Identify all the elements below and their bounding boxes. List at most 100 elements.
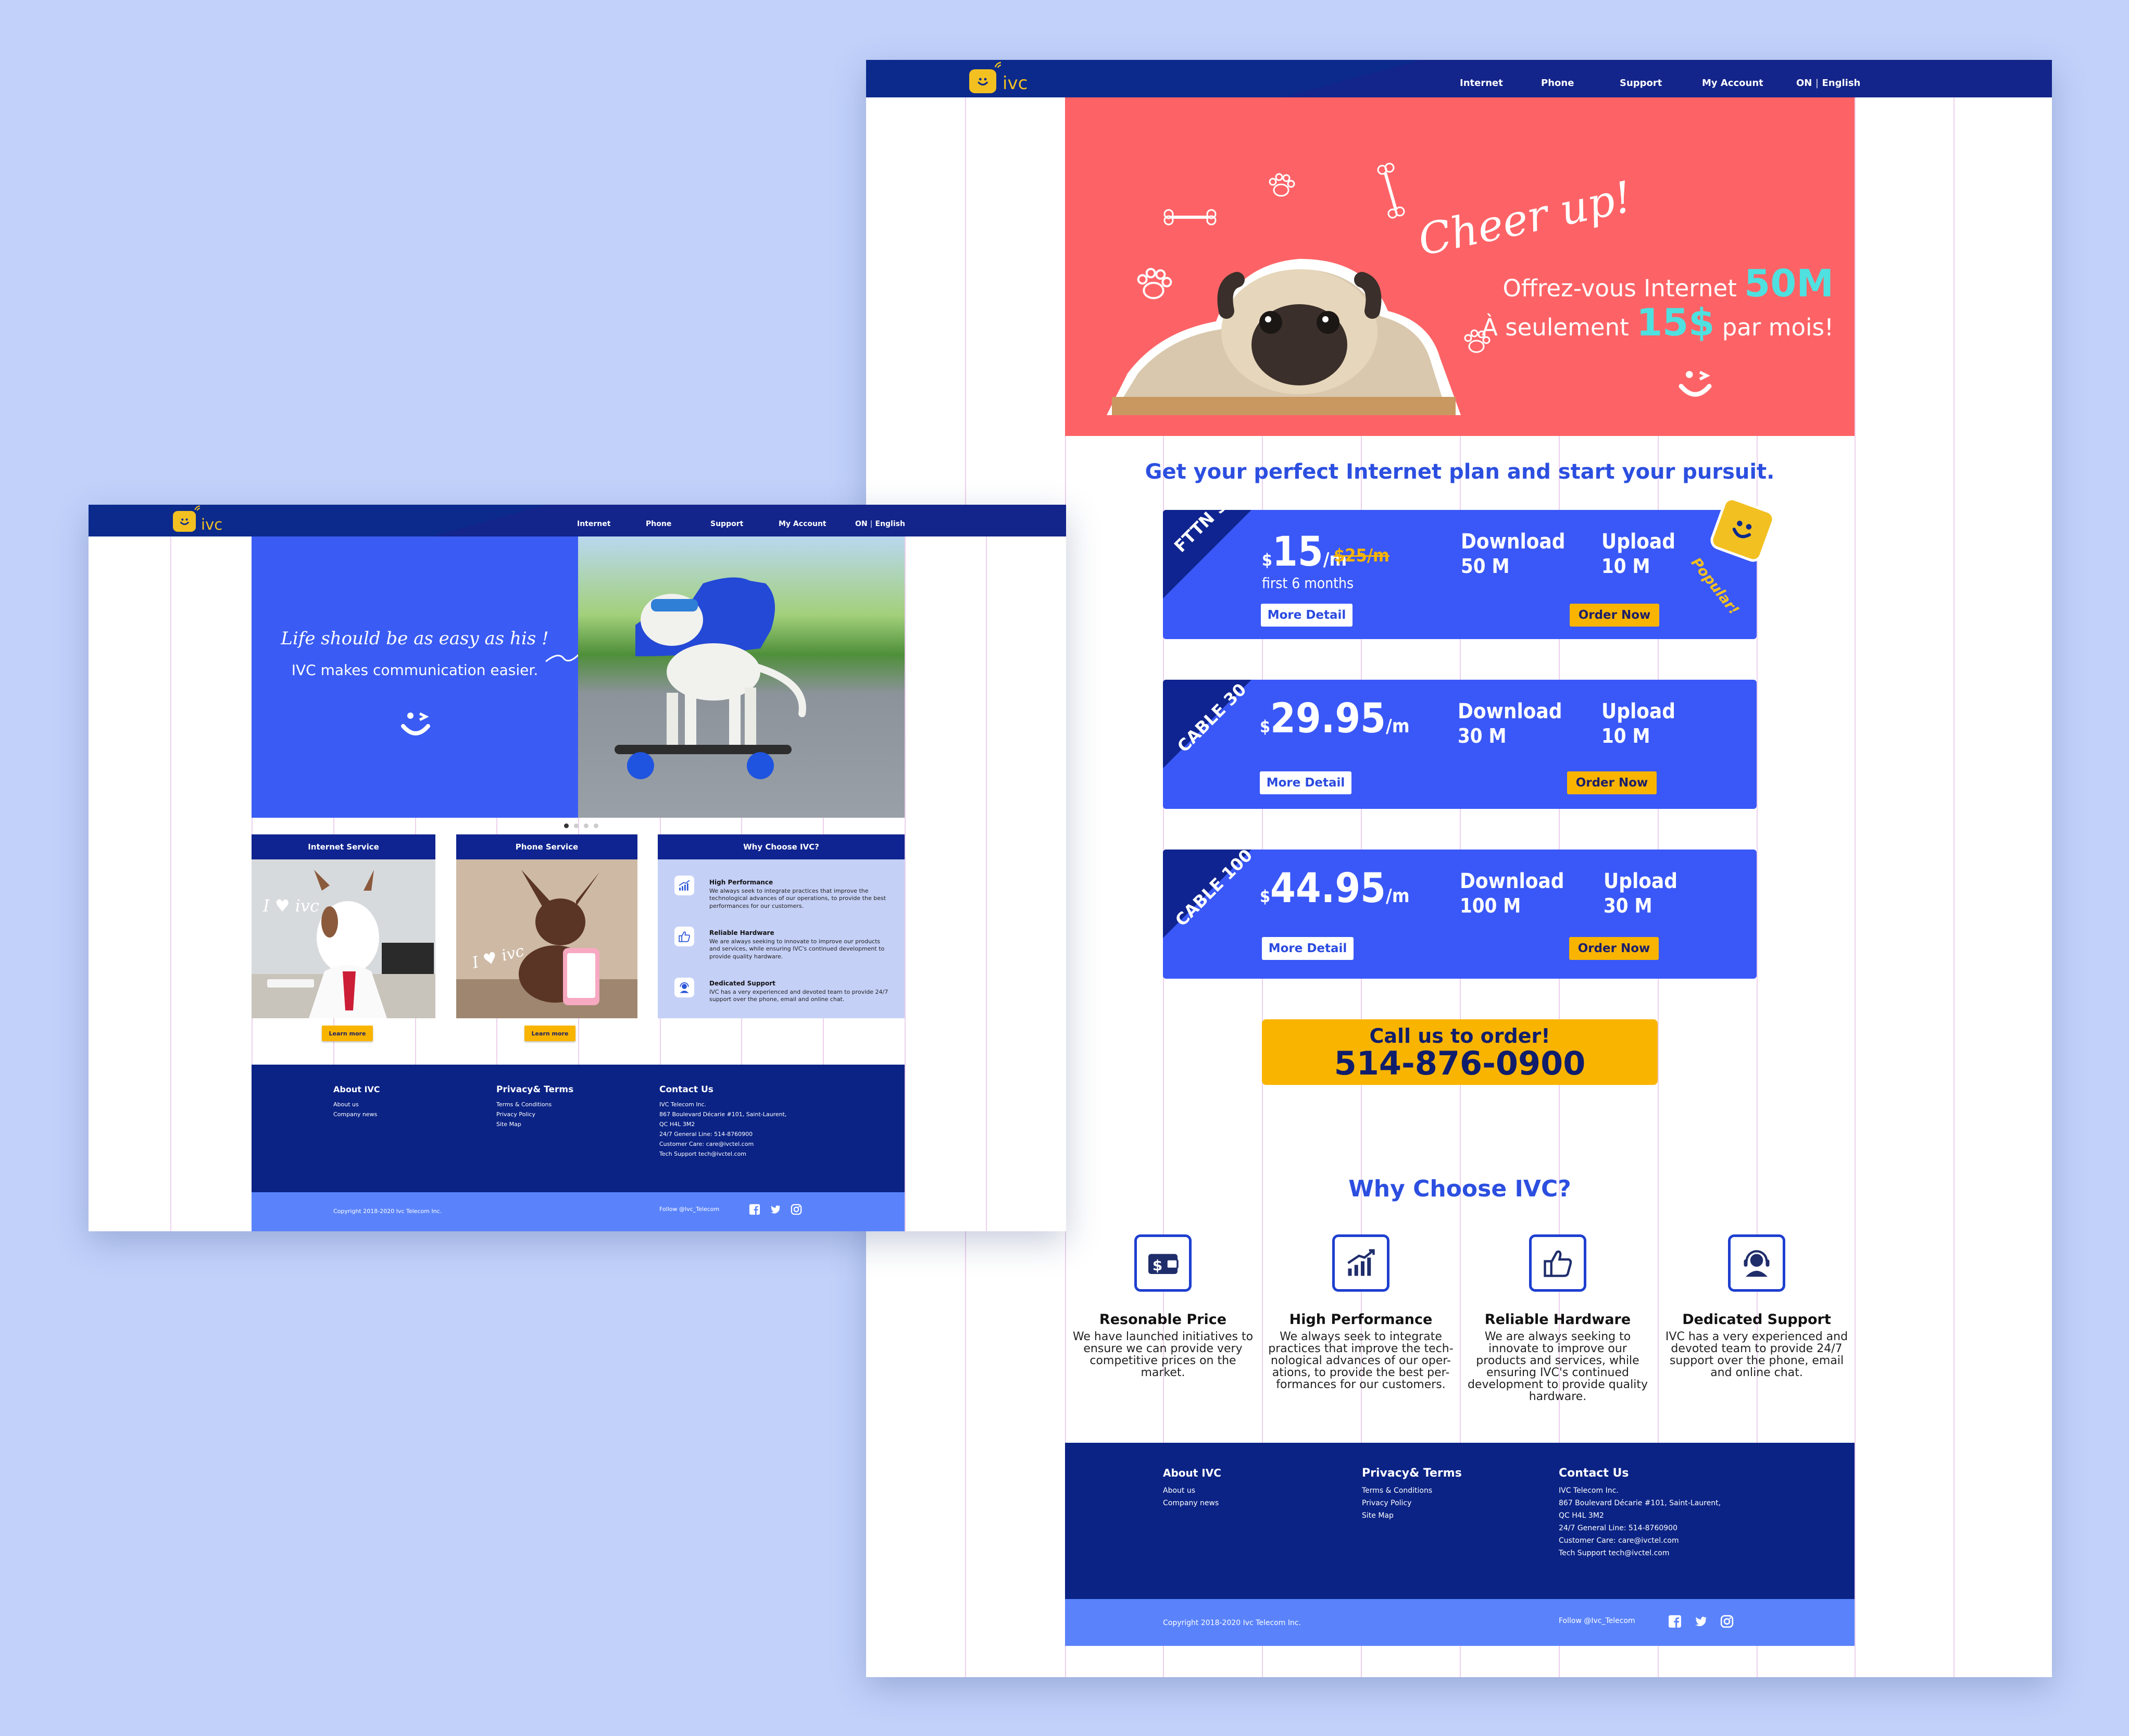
- more-detail-button[interactable]: More Detail: [1260, 771, 1351, 794]
- plan-download-label: Download: [1458, 700, 1562, 723]
- plan-price: $29.95/m: [1260, 695, 1410, 742]
- hero-line2-suffix: par mois!: [1722, 314, 1834, 341]
- language-switch[interactable]: ON | English: [855, 520, 905, 528]
- nav-my-account[interactable]: My Account: [779, 520, 826, 528]
- learn-more-internet-button[interactable]: Learn more: [322, 1026, 373, 1041]
- social-links: [1668, 1615, 1734, 1628]
- plan-upload-value: 10 M: [1601, 555, 1650, 578]
- plan-card-cable30: CABLE 30 $29.95/m Download 30 M Upload 1…: [1163, 680, 1757, 809]
- footer-link-privacy[interactable]: Privacy Policy: [496, 1111, 535, 1118]
- carousel-dot[interactable]: [564, 823, 569, 828]
- why-panel-title: Why Choose IVC?: [658, 834, 905, 859]
- home-hero-line1: Life should be as easy as his !: [281, 628, 549, 649]
- why-item-support: Dedicated Support IVC has a very experie…: [1663, 1234, 1850, 1379]
- svg-text:$: $: [1153, 1257, 1162, 1274]
- logo-smiley-icon[interactable]: [173, 511, 196, 532]
- logo-text: ivc: [1003, 73, 1028, 94]
- plan-download-value: 50 M: [1461, 555, 1510, 578]
- why-item-text: IVC has a very experienced and devoted t…: [709, 989, 888, 1003]
- nav-support[interactable]: Support: [1620, 78, 1662, 89]
- footer-bottom: Copyright 2018-2020 Ivc Telecom Inc. Fol…: [1065, 1599, 1855, 1646]
- lang-code: ON: [855, 520, 868, 528]
- plans-heading: Get your perfect Internet plan and start…: [1145, 460, 1775, 484]
- hero-line2-highlight: 15$: [1636, 301, 1715, 344]
- twitter-icon[interactable]: [1694, 1615, 1708, 1628]
- footer-link-sitemap[interactable]: Site Map: [496, 1121, 521, 1128]
- home-hero-banner: Life should be as easy as his ! IVC make…: [252, 536, 592, 818]
- facebook-icon[interactable]: [1668, 1615, 1682, 1628]
- plan-upload-label: Upload: [1601, 530, 1676, 554]
- nav-internet[interactable]: Internet: [577, 520, 610, 528]
- follow-text: Follow @Ivc_Telecom: [659, 1206, 720, 1213]
- footer-main: About IVC About us Company news Privacy&…: [252, 1065, 905, 1192]
- carousel-dot[interactable]: [594, 823, 598, 828]
- plan-price-value: 29.95: [1270, 695, 1386, 742]
- more-detail-button[interactable]: More Detail: [1261, 604, 1352, 627]
- why-item-text: We are always seeking to innovate to imp…: [1467, 1330, 1648, 1404]
- why-item-title: Reliable Hardware: [1484, 1312, 1631, 1328]
- call-to-order-button[interactable]: Call us to order! 514-876-0900: [1262, 1019, 1658, 1085]
- card-title-internet: Internet Service: [252, 834, 435, 859]
- carousel-dot[interactable]: [574, 823, 579, 828]
- footer-link-news[interactable]: Company news: [1163, 1499, 1219, 1507]
- hero-line1: Offrez-vous Internet 50M: [1502, 261, 1834, 305]
- order-now-button[interactable]: Order Now: [1569, 937, 1659, 960]
- nav-phone[interactable]: Phone: [1541, 78, 1574, 89]
- learn-more-phone-button[interactable]: Learn more: [524, 1026, 575, 1041]
- nav-phone[interactable]: Phone: [646, 520, 671, 528]
- more-detail-button[interactable]: More Detail: [1262, 937, 1354, 960]
- headset-icon: [674, 978, 694, 997]
- footer-link-terms[interactable]: Terms & Conditions: [1362, 1487, 1432, 1495]
- footer-contact-line: 24/7 General Line: 514-8760900: [1559, 1524, 1677, 1532]
- home-hero-line2: IVC makes communication easier.: [291, 661, 538, 679]
- why-item-title: Resonable Price: [1099, 1312, 1227, 1328]
- plan-card-cable100: CABLE 100 $44.95/m Download 100 M Upload…: [1163, 850, 1757, 979]
- plan-unit: /m: [1386, 885, 1410, 907]
- instagram-icon[interactable]: [1720, 1615, 1734, 1628]
- photo-caption: I ♥ ivc: [263, 896, 319, 916]
- nav-support[interactable]: Support: [710, 520, 743, 528]
- lang-label: English: [875, 520, 905, 528]
- plan-download-label: Download: [1461, 530, 1566, 554]
- footer-contact-line: 24/7 General Line: 514-8760900: [659, 1131, 753, 1138]
- why-item-performance: High Performance We always seek to integ…: [1267, 1234, 1455, 1391]
- plan-price: $44.95/m: [1260, 865, 1410, 912]
- footer-link-news[interactable]: Company news: [333, 1111, 377, 1118]
- chart-up-icon: [674, 876, 694, 895]
- instagram-icon[interactable]: [791, 1204, 802, 1215]
- layout-guide: [1855, 60, 1856, 1677]
- why-item-text: We have launched initiatives to ensure w…: [1072, 1330, 1254, 1380]
- why-item-hardware: Reliable Hardware We are always seeking …: [1464, 1234, 1651, 1403]
- layout-guide: [1953, 60, 1955, 1677]
- hero-line2-text: À seulement: [1482, 314, 1629, 341]
- footer-link-sitemap[interactable]: Site Map: [1362, 1512, 1394, 1520]
- footer-link-about[interactable]: About us: [1163, 1487, 1195, 1495]
- twitter-icon[interactable]: [770, 1204, 781, 1215]
- thumbs-up-icon: [674, 927, 694, 946]
- why-heading: Why Choose IVC?: [1348, 1176, 1571, 1202]
- footer-contact-line: Customer Care: care@ivctel.com: [659, 1141, 754, 1147]
- footer-link-terms[interactable]: Terms & Conditions: [496, 1101, 552, 1108]
- footer-contact-line: QC H4L 3M2: [1559, 1512, 1604, 1520]
- carousel-dot[interactable]: [584, 823, 588, 828]
- footer-link-about[interactable]: About us: [333, 1101, 359, 1108]
- why-item-text: We always seek to integrate practices th…: [709, 888, 886, 909]
- logo-smiley-icon[interactable]: [969, 69, 996, 93]
- footer-contact-line: IVC Telecom Inc.: [659, 1101, 707, 1108]
- wifi-icon: [194, 505, 201, 511]
- footer-main: About IVC About us Company news Privacy&…: [1065, 1443, 1855, 1599]
- footer-link-privacy[interactable]: Privacy Policy: [1362, 1499, 1411, 1507]
- facebook-icon[interactable]: [749, 1204, 760, 1215]
- promo-hero: Cheer up! Offrez-vous Internet 50M À seu…: [1065, 97, 1855, 436]
- language-switch[interactable]: ON | English: [1796, 78, 1860, 89]
- order-now-button[interactable]: Order Now: [1567, 771, 1657, 794]
- lang-code: ON: [1796, 78, 1812, 89]
- plan-currency: $: [1262, 550, 1273, 570]
- nav-internet[interactable]: Internet: [1460, 78, 1503, 89]
- nav-my-account[interactable]: My Account: [1702, 78, 1763, 89]
- layout-guide: [905, 505, 906, 1231]
- top-nav: [866, 60, 2052, 97]
- footer-contact-line: 867 Boulevard Décarie #101, Saint-Lauren…: [659, 1111, 787, 1118]
- plan-card-fttn50: FTTN 50 $15/m $25/m first 6 months Downl…: [1163, 510, 1757, 639]
- order-now-button[interactable]: Order Now: [1570, 604, 1659, 627]
